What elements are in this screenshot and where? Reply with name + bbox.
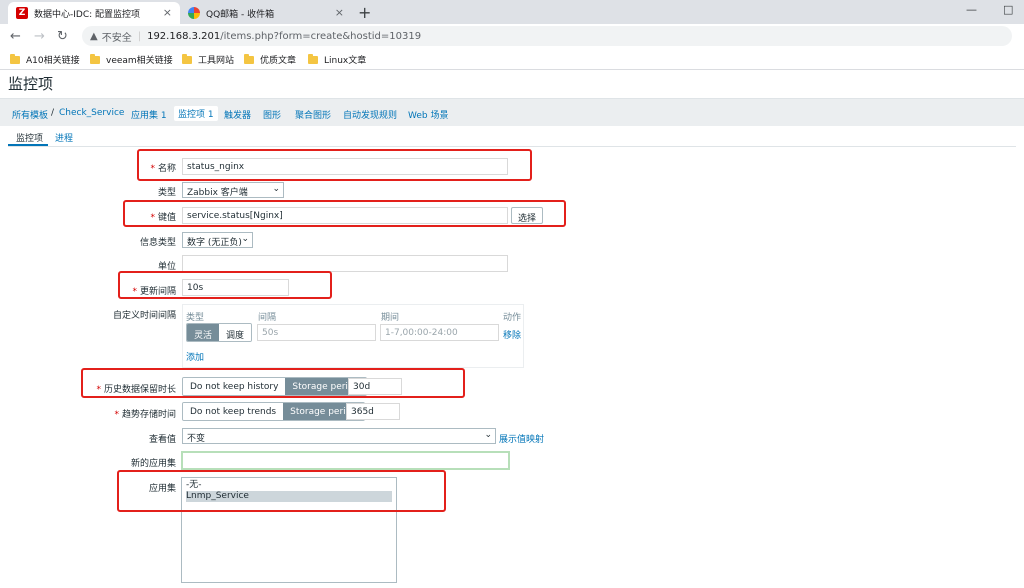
back-icon[interactable]: ← — [10, 29, 21, 44]
info-type-value: 数字 (无正负) — [187, 238, 242, 248]
info-type-label: 信息类型 — [139, 238, 176, 248]
scheduling-option[interactable]: 调度 — [219, 324, 252, 341]
browser-tab-qqmail[interactable]: QQ邮箱 - 收件箱 × — [180, 2, 352, 24]
interval-input[interactable]: 50s — [257, 324, 376, 341]
tab-title: 数据中心-IDC: 配置监控项 — [34, 9, 141, 20]
trends-label-text: 趋势存储时间 — [121, 410, 176, 420]
warning-icon: ▲ — [90, 30, 98, 42]
add-interval-link[interactable]: 添加 — [186, 350, 204, 363]
browser-tab-bar: Z 数据中心-IDC: 配置监控项 × QQ邮箱 - 收件箱 × + — □ — [0, 0, 1024, 24]
period-input[interactable]: 1-7,00:00-24:00 — [380, 324, 499, 341]
bookmark-folder[interactable]: A10相关链接 — [10, 53, 80, 66]
remove-interval-link[interactable]: 移除 — [503, 328, 521, 341]
url-separator: | — [137, 30, 142, 42]
forward-icon[interactable]: → — [34, 29, 45, 44]
tab-preprocessing[interactable]: 进程 — [55, 131, 73, 144]
browser-address-bar: ← → ↻ ▲ 不安全 | 192.168.3.201 /items.php?f… — [0, 24, 1024, 48]
bookmark-label: 优质文章 — [260, 56, 297, 66]
highlight-box — [81, 368, 465, 398]
tab-title: QQ邮箱 - 收件箱 — [206, 9, 275, 20]
maximize-icon[interactable]: □ — [1003, 3, 1013, 16]
url-host: 192.168.3.201 — [147, 30, 221, 42]
nav-applications[interactable]: 应用集 1 — [131, 108, 167, 121]
folder-icon — [308, 53, 318, 64]
new-application-label: 新的应用集 — [130, 459, 176, 469]
url-field[interactable]: ▲ 不安全 | 192.168.3.201 /items.php?form=cr… — [82, 26, 1012, 46]
show-value-mappings-link[interactable]: 展示值映射 — [499, 432, 544, 445]
reload-icon[interactable]: ↻ — [57, 29, 68, 44]
type-value: Zabbix 客户端 — [187, 188, 248, 198]
header-period: 期间 — [381, 313, 400, 323]
required-mark: * — [114, 410, 119, 420]
header-type: 类型 — [186, 313, 205, 323]
nav-triggers[interactable]: 触发器 — [224, 108, 251, 121]
crumb-all-templates[interactable]: 所有模板 — [12, 108, 48, 121]
nav-graphs[interactable]: 图形 — [263, 108, 281, 121]
trends-label: * 趋势存储时间 — [90, 407, 176, 420]
page-title: 监控项 — [8, 75, 54, 93]
nav-screens[interactable]: 聚合图形 — [295, 108, 331, 121]
highlight-box — [137, 149, 532, 181]
value-map-select[interactable]: 不变 ⌄ — [182, 428, 496, 444]
bookmark-label: A10相关链接 — [26, 56, 80, 66]
trends-input[interactable]: 365d — [346, 403, 400, 420]
nav-discovery[interactable]: 自动发现规则 — [343, 108, 397, 121]
close-icon[interactable]: × — [163, 6, 172, 19]
new-tab-icon[interactable]: + — [358, 3, 371, 22]
folder-icon — [10, 53, 20, 64]
breadcrumb: 所有模板 / Check_Service 应用集 1 监控项 1 触发器 图形 … — [0, 98, 1024, 126]
bookmark-label: veeam相关链接 — [106, 56, 173, 66]
bookmark-folder[interactable]: Linux文章 — [308, 53, 366, 66]
folder-icon — [244, 53, 254, 64]
type-label: 类型 — [157, 188, 176, 198]
url-path: /items.php?form=create&hostid=10319 — [220, 30, 422, 42]
trends-mode-toggle[interactable]: Do not keep trends Storage period — [182, 402, 365, 421]
highlight-box — [117, 470, 446, 512]
header-action: 动作 — [503, 313, 522, 323]
new-application-input[interactable] — [181, 451, 510, 470]
tab-item[interactable]: 监控项 — [16, 131, 43, 144]
zabbix-icon: Z — [16, 7, 28, 19]
bookmark-label: 工具网站 — [198, 56, 235, 66]
nav-items[interactable]: 监控项 1 — [174, 106, 218, 121]
chevron-down-icon: ⌄ — [484, 430, 492, 440]
nav-web[interactable]: Web 场景 — [408, 108, 448, 121]
flexible-option[interactable]: 灵活 — [187, 324, 220, 341]
value-map-label: 查看值 — [148, 435, 176, 445]
minimize-icon[interactable]: — — [966, 3, 977, 16]
no-trends-option[interactable]: Do not keep trends — [183, 403, 284, 420]
chevron-down-icon: ⌄ — [272, 184, 280, 194]
crumb-separator: / — [51, 108, 55, 118]
qq-mail-icon — [188, 7, 200, 19]
custom-intervals-label: 自定义时间间隔 — [112, 311, 176, 321]
info-type-select[interactable]: 数字 (无正负) ⌄ — [182, 232, 253, 248]
security-label: 不安全 — [101, 32, 132, 44]
close-icon[interactable]: × — [335, 6, 344, 19]
browser-tab-zabbix[interactable]: Z 数据中心-IDC: 配置监控项 × — [8, 2, 180, 24]
folder-icon — [182, 53, 192, 64]
tab-divider — [8, 146, 1016, 147]
header-interval: 间隔 — [258, 313, 277, 323]
highlight-box — [123, 200, 566, 227]
value-map-value: 不变 — [187, 434, 206, 444]
highlight-box — [118, 271, 332, 299]
bookmark-label: Linux文章 — [324, 56, 367, 66]
bookmark-folder[interactable]: 工具网站 — [182, 53, 234, 66]
crumb-template[interactable]: Check_Service — [59, 108, 124, 118]
type-select[interactable]: Zabbix 客户端 ⌄ — [182, 182, 284, 198]
bookmark-folder[interactable]: 优质文章 — [244, 53, 296, 66]
interval-type-toggle[interactable]: 灵活 调度 — [186, 323, 253, 342]
bookmark-folder[interactable]: veeam相关链接 — [90, 53, 173, 66]
units-input[interactable] — [182, 255, 508, 272]
folder-icon — [90, 53, 100, 64]
bookmarks-bar: A10相关链接 veeam相关链接 工具网站 优质文章 Linux文章 — [0, 48, 1024, 70]
chevron-down-icon: ⌄ — [241, 234, 249, 244]
